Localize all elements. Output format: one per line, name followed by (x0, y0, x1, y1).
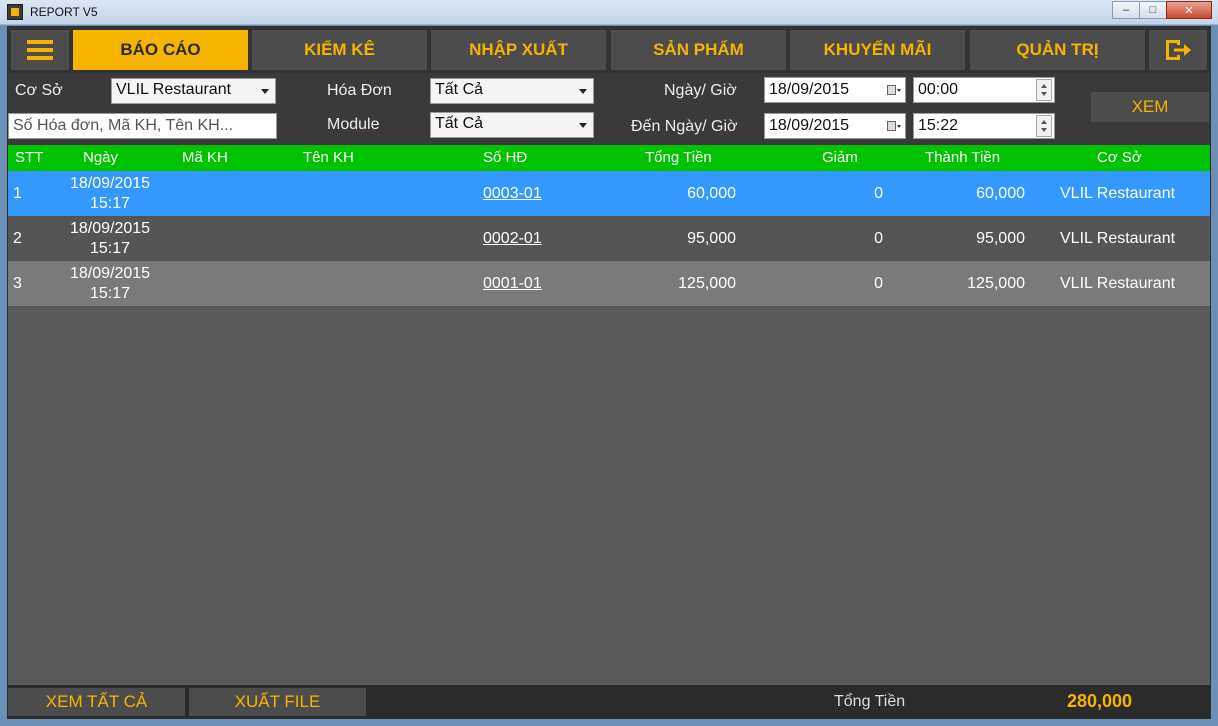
header-so-hd[interactable]: Số HĐ (483, 149, 527, 166)
to-time-input[interactable]: 15:22 (913, 113, 1055, 139)
cell-thanh-tien: 125,000 (967, 275, 1025, 292)
logout-icon[interactable] (1149, 30, 1207, 70)
from-date-label: Ngày/ Giờ (664, 82, 737, 99)
tab-san-pham[interactable]: SẢN PHẨM (611, 30, 786, 70)
tab-kiem-ke[interactable]: KIỂM KÊ (252, 30, 427, 70)
from-date-input[interactable]: 18/09/2015 (764, 77, 906, 103)
tab-khuyen-mai[interactable]: KHUYẾN MÃI (790, 30, 965, 70)
header-ten-kh[interactable]: Tên KH (303, 149, 354, 166)
table-header: STT Ngày Mã KH Tên KH Số HĐ Tổng Tiền Gi… (8, 145, 1210, 171)
cell-giam: 0 (874, 275, 883, 292)
maximize-button[interactable]: □ (1139, 1, 1167, 19)
main-nav: BÁO CÁO KIỂM KÊ NHẬP XUẤT SẢN PHẨM KHUYẾ… (8, 27, 1210, 73)
co-so-select[interactable]: VLIL Restaurant (111, 78, 276, 104)
header-giam[interactable]: Giảm (822, 149, 858, 166)
cell-stt: 3 (13, 275, 22, 292)
cell-co-so: VLIL Restaurant (1060, 230, 1176, 247)
to-time-value: 15:22 (918, 117, 959, 134)
cell-tong-tien: 95,000 (687, 230, 736, 247)
table-empty-area (8, 306, 1210, 685)
chevron-down-icon (261, 89, 269, 94)
footer-bar: XEM TẤT CẢ XUẤT FILE Tổng Tiền 280,000 (8, 685, 1210, 718)
time-spinner-icon[interactable] (1036, 79, 1052, 101)
cell-time: 15:17 (90, 195, 131, 212)
cell-date: 18/09/2015 (70, 265, 151, 282)
tab-quan-tri[interactable]: QUẢN TRỊ (970, 30, 1145, 70)
cell-stt: 1 (13, 185, 22, 202)
cell-time: 15:17 (90, 240, 131, 257)
hoa-don-value: Tất Cả (435, 81, 484, 98)
close-button[interactable]: ✕ (1166, 1, 1212, 19)
hoa-don-select[interactable]: Tất Cả (430, 78, 594, 104)
header-stt[interactable]: STT (15, 149, 43, 166)
export-file-button[interactable]: XUẤT FILE (189, 688, 366, 716)
calendar-icon[interactable] (887, 84, 901, 96)
table-body: 1 18/09/2015 15:17 0003-01 60,000 0 60,0… (8, 171, 1210, 306)
to-date-input[interactable]: 18/09/2015 (764, 113, 906, 139)
to-date-value: 18/09/2015 (769, 117, 850, 134)
cell-giam: 0 (874, 230, 883, 247)
cell-thanh-tien: 60,000 (976, 185, 1025, 202)
view-button[interactable]: XEM (1091, 92, 1209, 122)
time-spinner-icon[interactable] (1036, 115, 1052, 137)
table-row[interactable]: 3 18/09/2015 15:17 0001-01 125,000 0 125… (8, 261, 1210, 306)
chevron-down-icon (579, 123, 587, 128)
header-tong-tien[interactable]: Tổng Tiền (645, 149, 712, 166)
app-icon (7, 4, 23, 20)
title-bar: REPORT V5 – □ ✕ (0, 0, 1218, 25)
cell-co-so: VLIL Restaurant (1060, 185, 1176, 202)
header-ma-kh[interactable]: Mã KH (182, 149, 228, 166)
cell-stt: 2 (13, 230, 22, 247)
window-controls: – □ ✕ (1112, 1, 1212, 19)
total-value: 280,000 (1067, 691, 1133, 711)
to-date-label: Đến Ngày/ Giờ (631, 118, 738, 135)
from-time-value: 00:00 (918, 81, 959, 98)
filter-panel: Cơ Sở VLIL Restaurant Số Hóa đơn, Mã KH,… (8, 73, 1210, 145)
cell-date: 18/09/2015 (70, 220, 151, 237)
menu-icon[interactable] (11, 30, 69, 70)
view-all-button[interactable]: XEM TẤT CẢ (8, 688, 185, 716)
header-thanh-tien[interactable]: Thành Tiền (925, 149, 1000, 166)
tab-bao-cao[interactable]: BÁO CÁO (73, 30, 248, 70)
cell-giam: 0 (874, 185, 883, 202)
app-frame: BÁO CÁO KIỂM KÊ NHẬP XUẤT SẢN PHẨM KHUYẾ… (7, 26, 1211, 719)
module-value: Tất Cả (435, 115, 484, 132)
cell-thanh-tien: 95,000 (976, 230, 1025, 247)
cell-so-hd-link[interactable]: 0003-01 (483, 185, 542, 203)
cell-tong-tien: 125,000 (678, 275, 736, 292)
window-title: REPORT V5 (30, 5, 98, 19)
co-so-value: VLIL Restaurant (116, 81, 232, 98)
cell-so-hd-link[interactable]: 0002-01 (483, 230, 542, 248)
cell-co-so: VLIL Restaurant (1060, 275, 1176, 292)
chevron-down-icon (579, 89, 587, 94)
cell-so-hd-link[interactable]: 0001-01 (483, 275, 542, 293)
module-label: Module (327, 116, 380, 133)
from-time-input[interactable]: 00:00 (913, 77, 1055, 103)
hoa-don-label: Hóa Đơn (327, 82, 392, 99)
tab-nhap-xuat[interactable]: NHẬP XUẤT (431, 30, 606, 70)
from-date-value: 18/09/2015 (769, 81, 850, 98)
cell-time: 15:17 (90, 285, 131, 302)
calendar-icon[interactable] (887, 120, 901, 132)
total-label: Tổng Tiền (834, 693, 906, 710)
header-ngay[interactable]: Ngày (83, 149, 118, 166)
minimize-button[interactable]: – (1112, 1, 1140, 19)
header-co-so[interactable]: Cơ Sở (1097, 149, 1142, 166)
table-row[interactable]: 2 18/09/2015 15:17 0002-01 95,000 0 95,0… (8, 216, 1210, 261)
search-input[interactable]: Số Hóa đơn, Mã KH, Tên KH... (8, 113, 277, 139)
co-so-label: Cơ Sở (15, 82, 63, 99)
cell-date: 18/09/2015 (70, 175, 151, 192)
module-select[interactable]: Tất Cả (430, 112, 594, 138)
table-row[interactable]: 1 18/09/2015 15:17 0003-01 60,000 0 60,0… (8, 171, 1210, 216)
cell-tong-tien: 60,000 (687, 185, 736, 202)
